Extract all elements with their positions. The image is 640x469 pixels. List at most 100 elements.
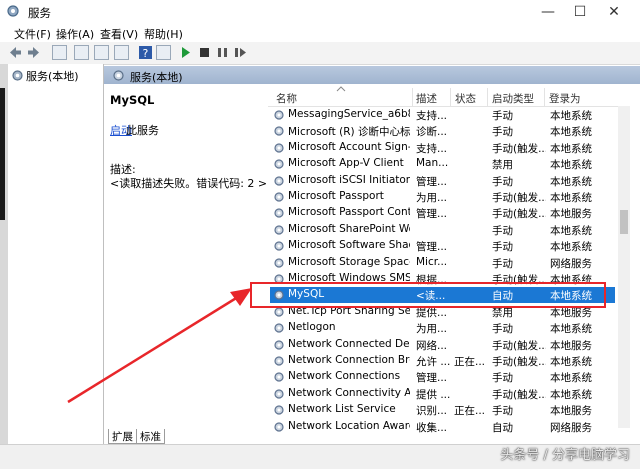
maximize-button[interactable]: ☐ xyxy=(564,0,596,24)
service-row[interactable]: Network Location Aware... 收集... 自动 网络服务 xyxy=(270,419,615,435)
service-name-cell: Network Connection Bro... xyxy=(288,354,410,366)
service-row[interactable]: MessagingService_a6b85... 支持... 手动 本地系统 xyxy=(270,107,615,123)
services-gear-icon xyxy=(12,70,23,81)
service-startup-cell: 手动 xyxy=(492,372,513,385)
service-description-cell: 管理... xyxy=(416,208,448,221)
service-logon-cell: 本地系统 xyxy=(550,192,592,204)
service-startup-cell: 自动 xyxy=(492,421,513,434)
service-description-cell: 识别... xyxy=(416,405,448,418)
stop-service-icon[interactable] xyxy=(197,45,212,60)
service-row[interactable]: Microsoft (R) 诊断中心标... 诊断... 手动 本地系统 xyxy=(270,123,615,139)
column-divider[interactable] xyxy=(544,88,545,106)
tab-standard[interactable]: 标准 xyxy=(136,429,165,444)
minimize-button[interactable]: — xyxy=(532,0,564,24)
export-list-icon[interactable] xyxy=(114,45,129,60)
service-logon-cell: 本地服务 xyxy=(550,339,592,352)
service-row[interactable]: Network Connection Bro... 允许 ...正在... 手动(触… xyxy=(270,353,615,369)
back-arrow-icon[interactable] xyxy=(8,45,23,60)
content-header-title: 服务(本地) xyxy=(130,71,183,84)
service-startup-cell: 手动(触发... xyxy=(492,142,546,155)
service-logon-cell: 本地系统 xyxy=(550,175,592,188)
service-row[interactable]: Microsoft iSCSI Initiator ... 管理... 手动 本地系统 xyxy=(270,173,615,189)
service-status-cell: 正在... xyxy=(454,405,486,418)
service-row[interactable]: Network Connectivity Ass... 提供 ... 手动(触发..… xyxy=(270,386,615,402)
service-name-cell: Microsoft Passport xyxy=(288,190,384,202)
svg-text:?: ? xyxy=(143,47,149,60)
service-startup-cell: 手动 xyxy=(492,126,513,139)
service-row[interactable]: Microsoft Software Shad... 管理... 手动 本地系统 xyxy=(270,238,615,254)
service-startup-cell: 禁用 xyxy=(492,159,513,172)
selected-service-name: MySQL xyxy=(110,93,155,107)
service-description-cell: 网络... xyxy=(416,339,448,352)
show-action-pane-icon[interactable] xyxy=(156,45,171,60)
service-row[interactable]: Microsoft Passport Cont... 管理... 手动(触发... 本… xyxy=(270,205,615,221)
service-row[interactable]: Microsoft Storage Space... Micr... 手动 网络服务 xyxy=(270,255,615,271)
column-header-name[interactable]: 名称 xyxy=(276,91,297,106)
menu-file[interactable]: 文件(F) xyxy=(14,26,51,42)
services-gear-icon xyxy=(113,70,124,81)
service-name-cell: Network List Service xyxy=(288,403,396,416)
highlight-box xyxy=(250,282,606,308)
column-header-startup-type[interactable]: 启动类型 xyxy=(492,91,534,106)
service-startup-cell: 手动(触发... xyxy=(492,356,546,368)
service-gear-icon xyxy=(274,159,284,169)
service-gear-icon xyxy=(274,225,284,235)
start-service-icon[interactable] xyxy=(178,45,193,60)
service-logon-cell: 网络服务 xyxy=(550,257,592,270)
tab-extended[interactable]: 扩展 xyxy=(108,429,137,444)
column-header-status[interactable]: 状态 xyxy=(455,91,476,106)
pause-service-icon[interactable] xyxy=(215,45,230,60)
service-name-cell: Microsoft SharePoint Wo... xyxy=(288,222,410,235)
service-name-cell: Network Location Aware... xyxy=(288,419,410,432)
forward-arrow-icon[interactable] xyxy=(26,45,41,60)
refresh-icon[interactable] xyxy=(94,45,109,60)
service-logon-cell: 本地服务 xyxy=(550,208,592,221)
service-logon-cell: 本地系统 xyxy=(550,356,592,368)
service-logon-cell: 本地系统 xyxy=(550,372,592,385)
start-service-suffix: 此服务 xyxy=(126,124,159,137)
column-divider[interactable] xyxy=(450,88,451,106)
service-description-cell: Man... xyxy=(416,157,449,170)
service-startup-cell: 手动(触发... xyxy=(492,339,546,352)
column-divider[interactable] xyxy=(487,88,488,106)
service-row[interactable]: Microsoft Account Sign-i... 支持... 手动(触发...… xyxy=(270,140,615,156)
services-gear-icon xyxy=(7,5,19,17)
service-row[interactable]: Microsoft Passport 为用... 手动(触发... 本地系统 xyxy=(270,189,615,205)
close-button[interactable]: ✕ xyxy=(598,0,630,24)
service-name-cell: Network Connectivity Ass... xyxy=(288,386,410,399)
service-row[interactable]: Network Connections 管理... 手动 本地系统 xyxy=(270,369,615,385)
service-logon-cell: 本地系统 xyxy=(550,110,592,122)
service-gear-icon xyxy=(274,389,284,399)
properties-icon[interactable] xyxy=(74,45,89,60)
service-logon-cell: 本地系统 xyxy=(550,323,592,336)
service-gear-icon xyxy=(274,110,284,120)
column-header-logon-as[interactable]: 登录为 xyxy=(549,91,581,106)
service-name-cell: Network Connections xyxy=(288,370,401,383)
service-row[interactable]: Network Connected Devi... 网络... 手动(触发... 本地… xyxy=(270,337,615,353)
service-row[interactable]: Microsoft SharePoint Wo... 手动 本地系统 xyxy=(270,222,615,238)
service-logon-cell: 本地服务 xyxy=(550,405,592,418)
service-description-cell: 管理... xyxy=(416,175,448,188)
menu-action[interactable]: 操作(A) xyxy=(56,26,94,42)
tree-item-services-local[interactable]: 服务(本地) xyxy=(26,68,79,84)
service-gear-icon xyxy=(274,372,284,382)
vertical-scrollbar[interactable] xyxy=(618,106,630,428)
service-startup-cell: 手动(触发... xyxy=(492,208,546,221)
column-divider[interactable] xyxy=(412,88,413,106)
show-console-tree-icon[interactable] xyxy=(52,45,67,60)
service-startup-cell: 手动 xyxy=(492,257,513,270)
column-header-description[interactable]: 描述 xyxy=(416,91,437,106)
service-name-cell: Microsoft Software Shad... xyxy=(288,239,410,252)
menu-view[interactable]: 查看(V) xyxy=(100,26,138,42)
service-row[interactable]: Microsoft App-V Client Man... 禁用 本地系统 xyxy=(270,156,615,172)
sort-ascending-icon xyxy=(336,86,346,92)
service-name-cell: MessagingService_a6b85... xyxy=(288,108,410,120)
watermark-text: 头条号 / 分享电脑学习 xyxy=(500,448,630,463)
help-icon[interactable]: ? xyxy=(138,45,153,60)
service-row[interactable]: Netlogon 为用... 手动 本地系统 xyxy=(270,320,615,336)
menu-help[interactable]: 帮助(H) xyxy=(144,26,183,42)
service-row[interactable]: Network List Service 识别... 正在... 手动 本地服务 xyxy=(270,402,615,418)
content-header xyxy=(104,66,640,84)
scrollbar-thumb[interactable] xyxy=(620,210,628,234)
restart-service-icon[interactable] xyxy=(233,45,248,60)
